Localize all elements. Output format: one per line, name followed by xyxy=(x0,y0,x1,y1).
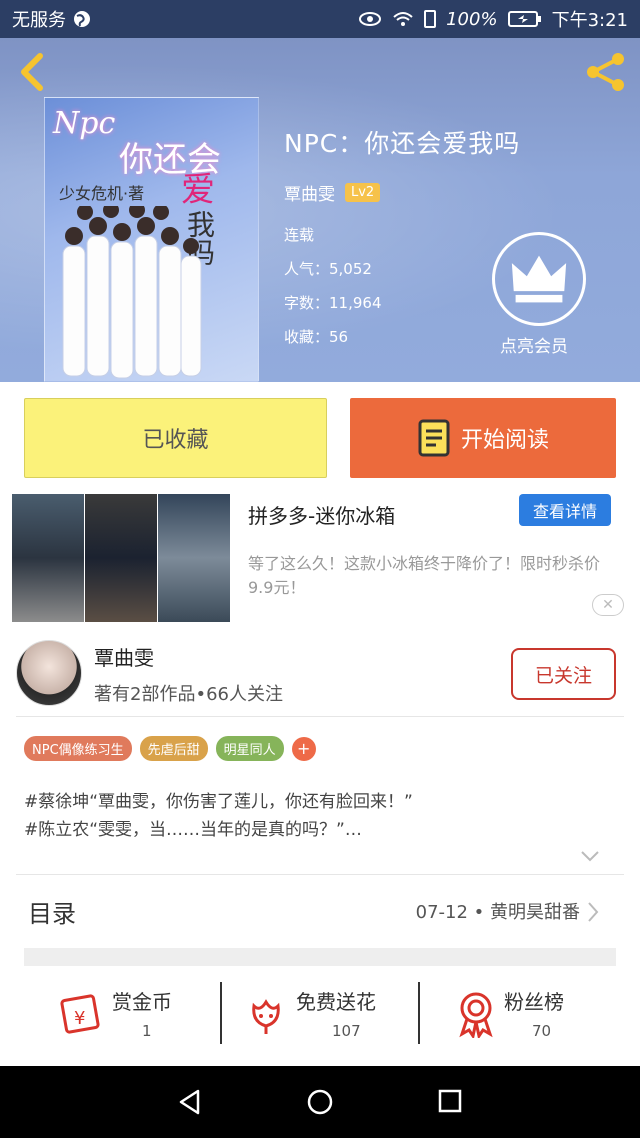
ad-description: 等了这么久！这款小冰箱终于降价了！限时秒杀价9.9元！ xyxy=(248,554,601,597)
tag-list: NPC偶像练习生 先虐后甜 明星同人 + xyxy=(24,736,316,761)
section-separator xyxy=(24,948,616,966)
send-flower-action[interactable]: 免费送花 107 xyxy=(246,972,406,1052)
ad-banner[interactable]: 拼多多-迷你冰箱 查看详情 等了这么久！这款小冰箱终于降价了！限时秒杀价9.9元… xyxy=(12,494,626,624)
level-badge: Lv2 xyxy=(345,183,381,202)
reward-coins-action[interactable]: ¥ 赏金币 1 xyxy=(56,972,206,1052)
tag[interactable]: 先虐后甜 xyxy=(139,736,208,761)
toc-label[interactable]: 目录 xyxy=(28,894,76,929)
divider xyxy=(16,874,624,875)
author-name[interactable]: 覃曲雯 xyxy=(284,180,335,205)
svg-text:¥: ¥ xyxy=(74,1008,85,1029)
action-divider xyxy=(418,982,420,1044)
follow-label: 已关注 xyxy=(534,664,592,687)
fan-ranking-label: 粉丝榜 xyxy=(504,990,564,1014)
status-bar: 无服务 100% 下午3:21 xyxy=(0,0,640,38)
flower-icon xyxy=(252,999,280,1034)
send-flower-count: 107 xyxy=(332,1022,361,1040)
book-cover[interactable]: Npc 你还会 少女危机·著 爱 我吗 xyxy=(44,97,259,382)
start-reading-button[interactable]: 开始阅读 xyxy=(350,398,616,478)
fan-ranking-action[interactable]: 粉丝榜 70 xyxy=(454,972,604,1052)
author-avatar[interactable] xyxy=(16,640,82,706)
favorited-button[interactable]: 已收藏 xyxy=(24,398,327,478)
chevron-down-icon[interactable] xyxy=(580,848,600,864)
book-status: 连载 xyxy=(284,226,315,244)
start-reading-label: 开始阅读 xyxy=(460,428,549,453)
cover-author: 少女危机·著 xyxy=(59,184,145,203)
wifi-icon xyxy=(393,12,413,26)
ad-image-1 xyxy=(12,494,84,622)
divider xyxy=(16,716,624,717)
battery-percent: 100% xyxy=(446,8,498,30)
author-card-stats: 著有2部作品•66人关注 xyxy=(94,684,283,705)
follow-button[interactable]: 已关注 xyxy=(511,648,616,700)
share-icon[interactable] xyxy=(584,50,628,94)
action-divider xyxy=(220,982,222,1044)
cover-latin-title: Npc xyxy=(53,106,116,141)
book-favorites: 收藏：56 xyxy=(284,328,349,346)
chevron-right-icon[interactable] xyxy=(586,900,600,924)
globe-icon xyxy=(74,11,90,27)
ad-close-icon[interactable]: ✕ xyxy=(592,594,624,616)
reward-coins-label: 赏金币 xyxy=(112,990,172,1014)
favorited-label: 已收藏 xyxy=(142,428,209,453)
toc-latest-chapter[interactable]: 07-12 • 黄明昊甜番 xyxy=(416,898,580,924)
red-envelope-icon: ¥ xyxy=(60,994,100,1034)
medal-icon xyxy=(459,992,493,1038)
send-flower-label: 免费送花 xyxy=(296,990,376,1014)
sim-icon xyxy=(424,10,437,28)
ad-details-button[interactable]: 查看详情 xyxy=(519,494,611,526)
tag[interactable]: 明星同人 xyxy=(215,736,284,761)
tag[interactable]: NPC偶像练习生 xyxy=(24,736,132,761)
cover-accent: 爱 xyxy=(181,170,215,210)
ad-image-3 xyxy=(158,494,230,622)
nav-recents-icon[interactable] xyxy=(437,1088,463,1114)
eye-icon xyxy=(359,12,382,26)
nav-home-icon[interactable] xyxy=(306,1088,334,1116)
add-tag-button[interactable]: + xyxy=(291,736,316,761)
ad-image-2 xyxy=(85,494,157,622)
clock: 下午3:21 xyxy=(551,10,628,31)
book-popularity: 人气：5,052 xyxy=(284,260,372,278)
reward-coins-count: 1 xyxy=(142,1022,152,1040)
battery-icon xyxy=(507,11,541,27)
fan-ranking-count: 70 xyxy=(532,1022,552,1040)
book-intro[interactable]: #蔡徐坤“覃曲雯，你伤害了莲儿，你还有脸回来！” #陈立农“雯雯，当……当年的是… xyxy=(24,788,413,844)
back-icon[interactable] xyxy=(14,52,50,92)
crown-icon[interactable] xyxy=(492,232,586,326)
nav-back-icon[interactable] xyxy=(176,1088,204,1116)
cover-group-illustration xyxy=(62,206,202,379)
system-nav-bar xyxy=(0,1066,640,1138)
author-card-name[interactable]: 覃曲雯 xyxy=(94,642,154,671)
ad-title: 拼多多-迷你冰箱 xyxy=(248,504,396,528)
book-word-count: 字数：11,964 xyxy=(284,294,382,312)
vip-label[interactable]: 点亮会员 xyxy=(500,332,568,357)
book-title: NPC：你还会爱我吗 xyxy=(284,129,521,158)
carrier-text: 无服务 xyxy=(12,10,66,31)
author-line: 覃曲雯 Lv2 xyxy=(284,180,381,205)
book-icon xyxy=(418,419,450,457)
